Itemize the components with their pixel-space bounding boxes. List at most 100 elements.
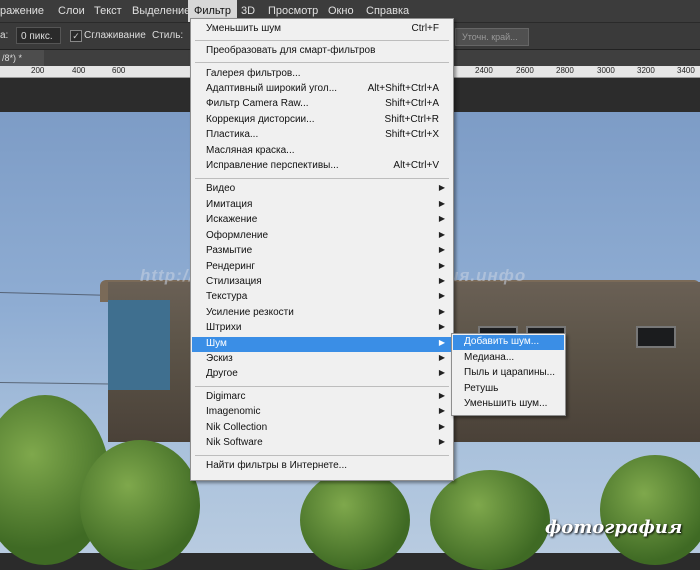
menu-item-label: Другое [206,368,238,379]
submenu-arrow-icon: ▶ [438,437,445,446]
menu-item-label: Рендеринг [206,261,256,272]
tree [300,470,410,570]
menu-item-label: Найти фильтры в Интернете... [206,460,348,471]
menu-item-convert-smart-filters[interactable]: Преобразовать для смарт-фильтров [192,44,452,59]
menu-item-stylize[interactable]: Стилизация ▶ [192,275,452,290]
feather-label-fragment: а: [0,30,9,41]
submenu-arrow-icon: ▶ [438,406,445,415]
menu-item-video[interactable]: Видео ▶ [192,182,452,197]
menu-item-label: Стилизация [206,276,262,287]
submenu-arrow-icon: ▶ [438,307,445,316]
submenu-arrow-icon: ▶ [438,422,445,431]
menu-item-oil-paint[interactable]: Масляная краска... [192,144,452,159]
ruler-label: 200 [31,66,45,75]
menu-layers[interactable]: Слои [52,0,91,22]
submenu-item-label: Уменьшить шум... [464,398,548,409]
menu-item-last-filter[interactable]: Уменьшить шум Ctrl+F [192,22,452,37]
antialias-label: Сглаживание [84,30,146,41]
submenu-item-despeckle[interactable]: Ретушь [453,382,564,397]
menu-item-brush-strokes[interactable]: Штрихи ▶ [192,321,452,336]
antialias-checkbox[interactable]: ✓ [70,30,82,42]
menu-item-label: Усиление резкости [206,307,294,318]
refine-edge-button[interactable]: Уточн. край... [455,28,529,46]
submenu-arrow-icon: ▶ [438,245,445,254]
submenu-arrow-icon: ▶ [438,261,445,270]
menu-item-shortcut: Shift+Ctrl+A [385,98,439,109]
ruler-label: 2800 [556,66,574,75]
submenu-arrow-icon: ▶ [438,353,445,362]
submenu-arrow-icon: ▶ [438,338,445,347]
submenu-arrow-icon: ▶ [438,214,445,223]
menu-item-sharpen[interactable]: Усиление резкости ▶ [192,306,452,321]
menu-item-nik-software[interactable]: Nik Software ▶ [192,436,452,451]
submenu-item-label: Ретушь [464,383,499,394]
noise-submenu: Добавить шум... Медиана... Пыль и царапи… [451,333,566,416]
menu-item-label: Эскиз [206,353,233,364]
menu-item-label: Пластика... [206,129,259,140]
submenu-item-median[interactable]: Медиана... [453,351,564,366]
menu-item-blur[interactable]: Размытие ▶ [192,244,452,259]
feather-input[interactable]: 0 пикс. [16,27,61,44]
submenu-arrow-icon: ▶ [438,368,445,377]
submenu-arrow-icon: ▶ [438,322,445,331]
menu-item-vanishing-point[interactable]: Исправление перспективы... Alt+Ctrl+V [192,159,452,174]
tree [80,440,200,570]
menu-item-label: Исправление перспективы... [206,160,339,171]
menu-item-label: Преобразовать для смарт-фильтров [206,45,376,56]
menu-item-other[interactable]: Другое ▶ [192,367,452,382]
menu-item-digimarc[interactable]: Digimarc ▶ [192,390,452,405]
menu-item-shortcut: Shift+Ctrl+R [384,114,439,125]
menu-item-label: Размытие [206,245,253,256]
menu-item-label: Imagenomic [206,406,261,417]
menu-item-label: Коррекция дисторсии... [206,114,315,125]
menu-item-label: Видео [206,183,236,194]
document-tab[interactable]: /8*) * [0,50,44,66]
menu-item-lens-correction[interactable]: Коррекция дисторсии... Shift+Ctrl+R [192,113,452,128]
submenu-item-dust-scratches[interactable]: Пыль и царапины... [453,366,564,381]
menu-select[interactable]: Выделение [126,0,196,22]
menu-item-label: Штрихи [206,322,242,333]
submenu-item-reduce-noise[interactable]: Уменьшить шум... [453,397,564,412]
ruler-label: 2400 [475,66,493,75]
menu-item-sketch[interactable]: Эскиз ▶ [192,352,452,367]
menu-item-nik-collection[interactable]: Nik Collection ▶ [192,421,452,436]
menu-item-liquify[interactable]: Пластика... Shift+Ctrl+X [192,128,452,143]
menu-item-texture[interactable]: Текстура ▶ [192,290,452,305]
menu-item-label: Nik Collection [206,422,268,433]
submenu-arrow-icon: ▶ [438,276,445,285]
tree [430,470,550,570]
menu-item-adaptive-wide-angle[interactable]: Адаптивный широкий угол... Alt+Shift+Ctr… [192,82,452,97]
menu-item-imagenomic[interactable]: Imagenomic ▶ [192,405,452,420]
menu-separator [195,40,449,41]
menu-item-label: Фильтр Camera Raw... [206,98,309,109]
menu-image[interactable]: ражение [0,0,50,22]
menu-type[interactable]: Текст [88,0,128,22]
tree [600,455,700,565]
menu-item-noise[interactable]: Шум ▶ [192,337,452,352]
menu-item-render[interactable]: Рендеринг ▶ [192,260,452,275]
menu-item-label: Digimarc [206,391,246,402]
menu-item-label: Шум [206,338,227,349]
submenu-item-label: Добавить шум... [464,336,540,347]
style-label: Стиль: [152,30,184,41]
menu-item-pixelate[interactable]: Оформление ▶ [192,229,452,244]
menu-item-distort[interactable]: Искажение ▶ [192,213,452,228]
ruler-label: 3000 [597,66,615,75]
submenu-arrow-icon: ▶ [438,391,445,400]
menu-item-label: Искажение [206,214,258,225]
menu-item-label: Имитация [206,199,253,210]
menu-item-label: Текстура [206,291,248,302]
menu-item-artistic[interactable]: Имитация ▶ [192,198,452,213]
filter-menu: Уменьшить шум Ctrl+F Преобразовать для с… [190,18,454,481]
submenu-item-label: Пыль и царапины... [464,367,556,378]
submenu-arrow-icon: ▶ [438,199,445,208]
menu-item-camera-raw[interactable]: Фильтр Camera Raw... Shift+Ctrl+A [192,97,452,112]
menu-item-label: Nik Software [206,437,263,448]
menu-item-browse-filters-online[interactable]: Найти фильтры в Интернете... [192,459,452,474]
menu-item-label: Галерея фильтров... [206,68,301,79]
submenu-item-add-noise[interactable]: Добавить шум... [453,335,564,350]
ruler-label: 400 [72,66,86,75]
ruler-label: 3400 [677,66,695,75]
menu-item-filter-gallery[interactable]: Галерея фильтров... [192,67,452,82]
signature-logo: фотография [545,517,683,538]
